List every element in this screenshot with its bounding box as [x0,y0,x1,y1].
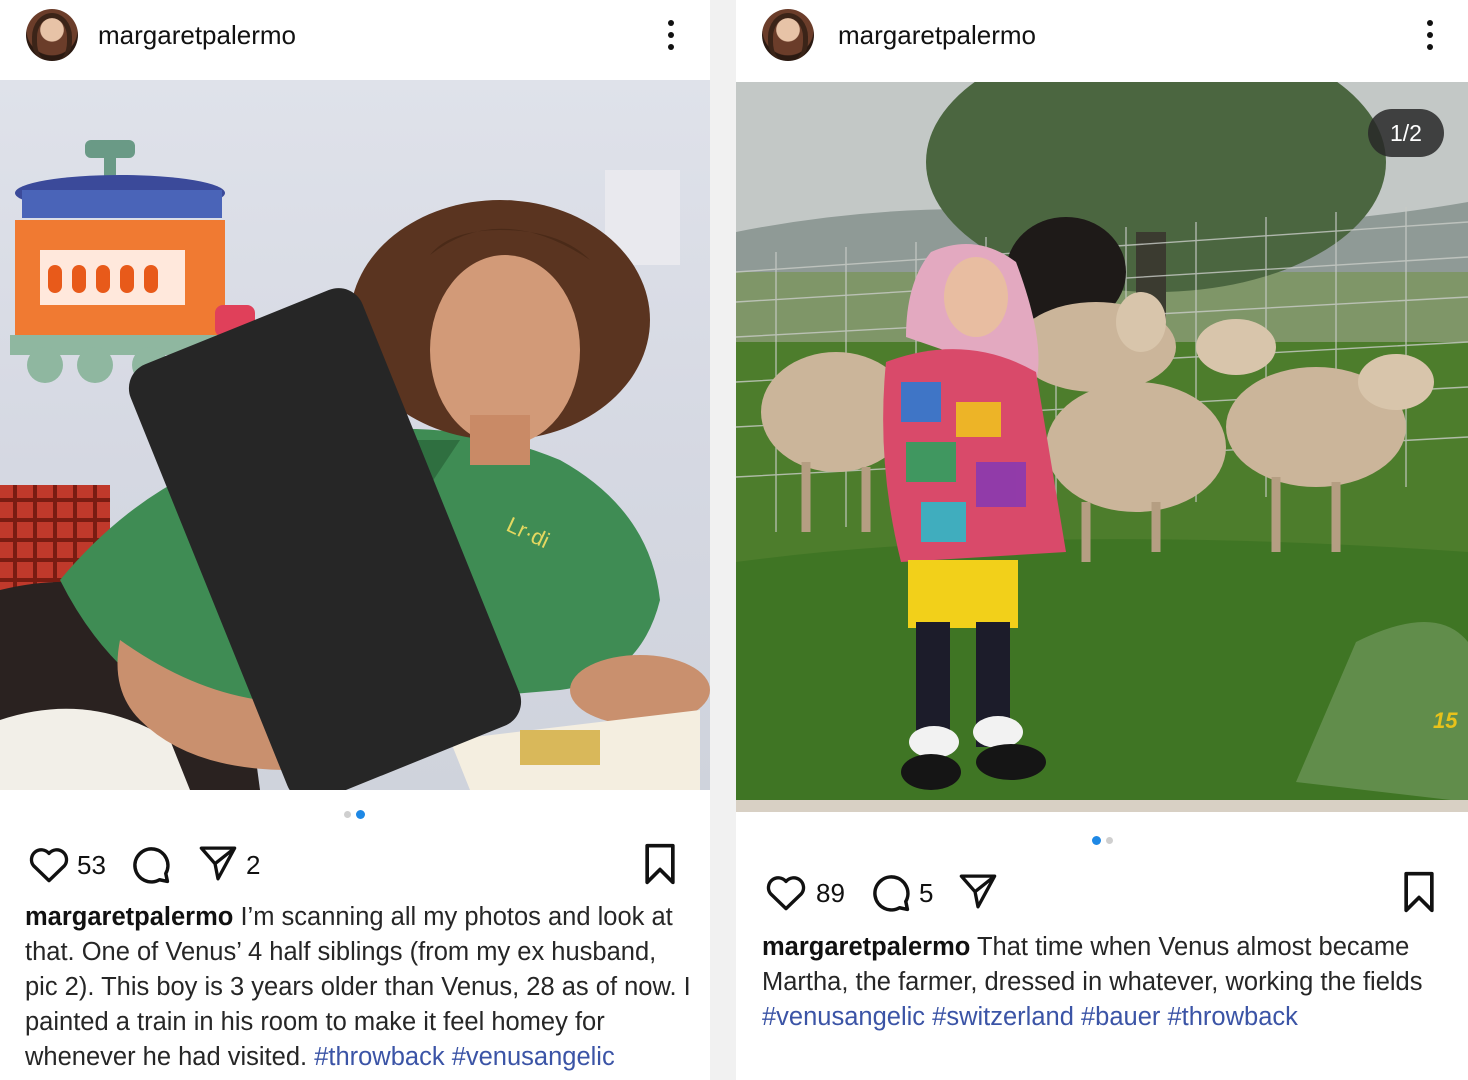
photo-illustration [736,82,1468,812]
post-header: margaretpalermo [736,0,1468,78]
post-actions: 89 5 [736,868,1468,916]
heart-icon[interactable] [765,872,807,912]
post-photo[interactable]: Lr·di [0,80,710,790]
share-count[interactable]: 2 [246,850,260,881]
post-card: margaretpalermo [0,0,710,1080]
carousel-dot [1106,837,1113,844]
post-card: margaretpalermo [736,0,1468,1080]
post-header: margaretpalermo [0,0,710,78]
comment-bubble-icon[interactable] [868,870,912,914]
hashtag-link[interactable]: #bauer [1081,1003,1160,1031]
paper-plane-icon[interactable] [956,870,1000,912]
hashtag-link[interactable]: #venusangelic [762,1003,925,1031]
carousel-dot-active [356,810,365,819]
hashtag-link[interactable]: #throwback [314,1043,444,1071]
caption-username[interactable]: margaretpalermo [762,933,970,961]
post-caption: margaretpalermo That time when Venus alm… [762,930,1452,1035]
comment-count[interactable]: 5 [919,878,933,909]
like-count[interactable]: 53 [77,850,106,881]
more-options-icon[interactable] [1420,18,1440,52]
hashtag-link[interactable]: #venusangelic [452,1043,615,1071]
post-photo[interactable]: 15 1/2 [736,82,1468,812]
photo-illustration: Lr·di [0,140,710,790]
post-username[interactable]: margaretpalermo [838,20,1036,51]
hashtag-link[interactable]: #throwback [1167,1003,1297,1031]
more-options-icon[interactable] [661,18,681,52]
bookmark-icon[interactable] [640,842,680,886]
avatar[interactable] [762,9,814,61]
photo-date-stamp: 15 [1433,708,1458,733]
avatar[interactable] [26,9,78,61]
comment-bubble-icon[interactable] [128,842,172,886]
post-username[interactable]: margaretpalermo [98,20,296,51]
carousel-counter-badge: 1/2 [1368,109,1444,157]
bookmark-icon[interactable] [1399,870,1439,914]
carousel-dot-active [1092,836,1101,845]
hashtag-link[interactable]: #switzerland [932,1003,1074,1031]
post-divider [710,0,736,1080]
like-count[interactable]: 89 [816,878,845,909]
paper-plane-icon[interactable] [196,842,240,884]
caption-username[interactable]: margaretpalermo [25,903,233,931]
post-actions: 53 2 [0,840,710,888]
post-caption: margaretpalermo I’m scanning all my phot… [25,900,692,1075]
heart-icon[interactable] [28,844,70,884]
carousel-indicator [1092,836,1113,845]
carousel-indicator [344,810,365,819]
carousel-dot [344,811,351,818]
